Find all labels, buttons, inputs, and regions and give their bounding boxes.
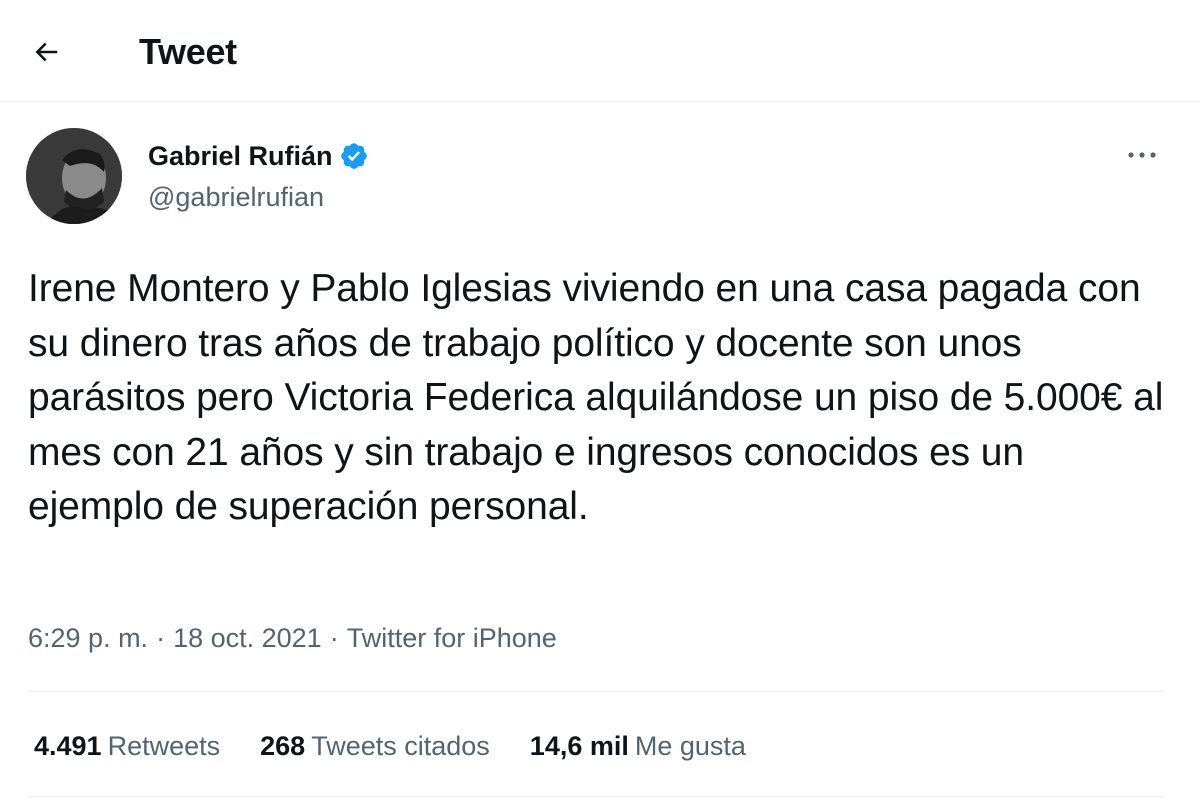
likes-label: Me gusta [634, 731, 746, 761]
quote-tweets-stat[interactable]: 268 Tweets citados [260, 728, 490, 764]
author-handle[interactable]: @gabrielrufian [148, 180, 324, 214]
avatar[interactable] [26, 128, 122, 224]
top-header: Tweet [0, 0, 1200, 102]
tweet-stats: 4.491 Retweets 268 Tweets citados 14,6 m… [34, 728, 786, 764]
author-name-row: Gabriel Rufián [148, 138, 369, 174]
page-title: Tweet [139, 31, 237, 72]
retweets-label: Retweets [107, 731, 221, 761]
quotes-label: Tweets citados [311, 731, 490, 761]
divider [28, 796, 1164, 797]
retweets-stat[interactable]: 4.491 Retweets [34, 728, 220, 764]
quotes-count: 268 [260, 731, 306, 761]
author-display-name[interactable]: Gabriel Rufián [148, 138, 333, 174]
tweet-time[interactable]: 6:29 p. m. [28, 620, 148, 656]
tweet-source[interactable]: Twitter for iPhone [347, 620, 557, 656]
arrow-left-icon [31, 37, 61, 72]
tweet-date[interactable]: 18 oct. 2021 [173, 620, 322, 656]
more-options-button[interactable] [1118, 136, 1166, 176]
tweet-text: Irene Montero y Pablo Iglesias viviendo … [28, 267, 1164, 528]
meta-separator: · [329, 623, 339, 653]
tweet-meta: 6:29 p. m. · 18 oct. 2021 · Twitter for … [28, 620, 557, 656]
avatar-photo [26, 128, 122, 224]
more-dots-icon [1126, 147, 1158, 165]
meta-separator: · [156, 623, 166, 653]
retweets-count: 4.491 [34, 731, 102, 761]
back-button[interactable] [22, 30, 70, 78]
likes-count: 14,6 mil [529, 731, 629, 761]
verified-badge-icon [339, 141, 369, 171]
likes-stat[interactable]: 14,6 mil Me gusta [530, 728, 746, 764]
divider [28, 691, 1164, 692]
